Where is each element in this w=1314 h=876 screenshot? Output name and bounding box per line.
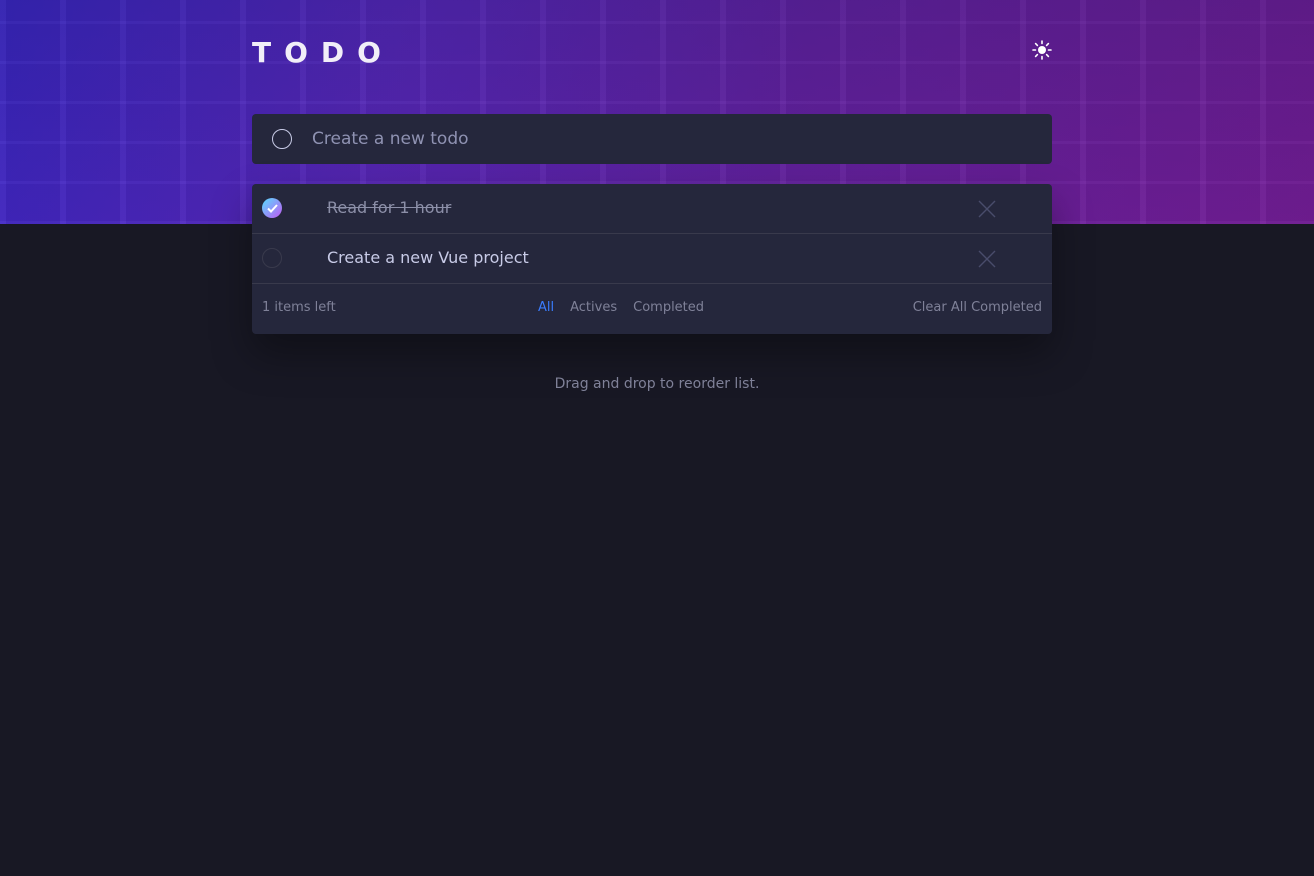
filter-tabs: All Actives Completed	[538, 300, 704, 315]
clear-completed-button[interactable]: Clear All Completed	[913, 300, 1042, 315]
delete-todo-button[interactable]	[978, 200, 996, 218]
reorder-hint: Drag and drop to reorder list.	[554, 376, 760, 392]
todo-checkbox[interactable]	[262, 248, 282, 268]
delete-todo-button[interactable]	[978, 250, 996, 268]
sun-icon	[1032, 40, 1052, 60]
filter-all[interactable]: All	[538, 300, 554, 315]
todo-list: Read for 1 hour Create a new Vue project…	[252, 184, 1052, 334]
theme-toggle-button[interactable]	[1030, 38, 1054, 62]
check-icon	[266, 203, 278, 213]
close-icon	[978, 250, 996, 268]
close-icon	[978, 200, 996, 218]
todo-label: Read for 1 hour	[327, 198, 452, 217]
new-todo-input[interactable]	[312, 126, 1012, 152]
new-todo-bar	[252, 114, 1052, 164]
items-left-count: 1 items left	[262, 300, 336, 315]
new-todo-circle-icon[interactable]	[272, 129, 292, 149]
app-title: TODO	[252, 36, 394, 69]
todo-label: Create a new Vue project	[327, 248, 529, 267]
todo-item[interactable]: Read for 1 hour	[252, 184, 1052, 234]
filter-completed[interactable]: Completed	[633, 300, 704, 315]
todo-checkbox-checked[interactable]	[262, 198, 282, 218]
filter-actives[interactable]: Actives	[570, 300, 617, 315]
todo-footer: 1 items left All Actives Completed Clear…	[252, 284, 1052, 334]
todo-item[interactable]: Create a new Vue project	[252, 234, 1052, 284]
